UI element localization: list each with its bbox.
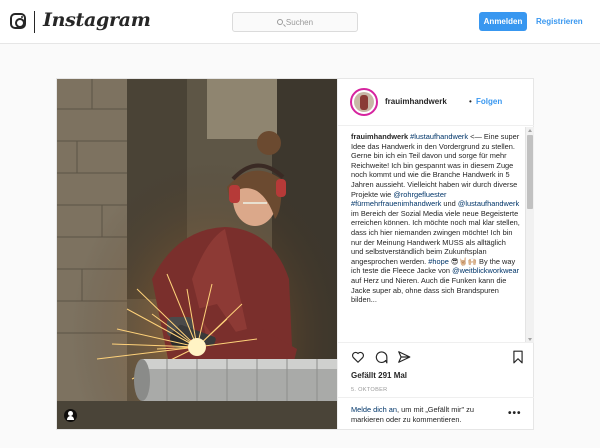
scroll-thumb[interactable] — [527, 135, 533, 209]
heart-icon[interactable] — [351, 350, 365, 364]
instagram-wordmark[interactable]: Instagram — [43, 9, 151, 31]
search-icon — [276, 19, 283, 25]
caption-text: frauimhandwerk #lustaufhandwerk <— Eine … — [351, 132, 520, 305]
caption-text-part: auf Herz und Nieren. Auch die Funken kan… — [351, 275, 507, 305]
search-input[interactable]: Suchen — [232, 12, 358, 32]
bookmark-icon[interactable] — [511, 350, 525, 364]
caption-username[interactable]: frauimhandwerk — [351, 132, 408, 141]
hashtag-link[interactable]: #hope — [428, 257, 449, 266]
instagram-camera-icon[interactable] — [10, 13, 26, 29]
post-header: frauimhandwerk • Folgen — [338, 79, 534, 126]
follow-separator: • — [469, 97, 472, 106]
post-photo[interactable] — [57, 79, 337, 429]
post-card: frauimhandwerk • Folgen frauimhandwerk #… — [56, 78, 534, 430]
comment-icon[interactable] — [374, 350, 388, 364]
post-username[interactable]: frauimhandwerk — [385, 97, 447, 106]
post-footer: Melde dich an, um mit „Gefällt mir" zu m… — [338, 397, 534, 429]
logo-divider — [34, 11, 35, 33]
hashtag-link[interactable]: #fürmehrfrauenimhandwerk — [351, 199, 441, 208]
mention-link[interactable]: @lustaufhandwerk — [458, 199, 519, 208]
mention-link[interactable]: @weitblickworkwear — [452, 266, 519, 275]
follow-button[interactable]: Folgen — [476, 97, 502, 106]
share-icon[interactable] — [397, 350, 411, 364]
scroll-down-arrow-icon[interactable] — [528, 338, 532, 341]
like-count[interactable]: Gefällt 291 Mal — [351, 371, 407, 380]
login-prompt: Melde dich an, um mit „Gefällt mir" zu m… — [351, 405, 501, 425]
scroll-up-arrow-icon[interactable] — [528, 129, 532, 132]
caption-scroll-area[interactable]: frauimhandwerk #lustaufhandwerk <— Eine … — [338, 127, 534, 343]
login-link[interactable]: Melde dich an — [351, 405, 397, 414]
post-sidebar: frauimhandwerk • Folgen frauimhandwerk #… — [337, 79, 534, 429]
register-link[interactable]: Registrieren — [536, 12, 583, 31]
post-photo-image — [57, 79, 337, 429]
avatar[interactable] — [350, 88, 378, 116]
search-placeholder: Suchen — [285, 17, 314, 27]
top-navigation-bar: Instagram Suchen Anmelden Registrieren — [0, 0, 600, 44]
login-button[interactable]: Anmelden — [479, 12, 527, 31]
more-options-icon[interactable]: ••• — [508, 408, 522, 419]
user-tag-icon[interactable] — [64, 409, 77, 422]
avatar-image — [354, 92, 374, 112]
post-actions — [338, 345, 534, 367]
mention-link[interactable]: @rohrgefluester — [393, 190, 446, 199]
caption-scrollbar[interactable] — [525, 127, 534, 342]
hashtag-link[interactable]: #lustaufhandwerk — [410, 132, 468, 141]
caption-text-part: und — [441, 199, 458, 209]
post-date[interactable]: 5. OKTOBER — [351, 387, 387, 393]
